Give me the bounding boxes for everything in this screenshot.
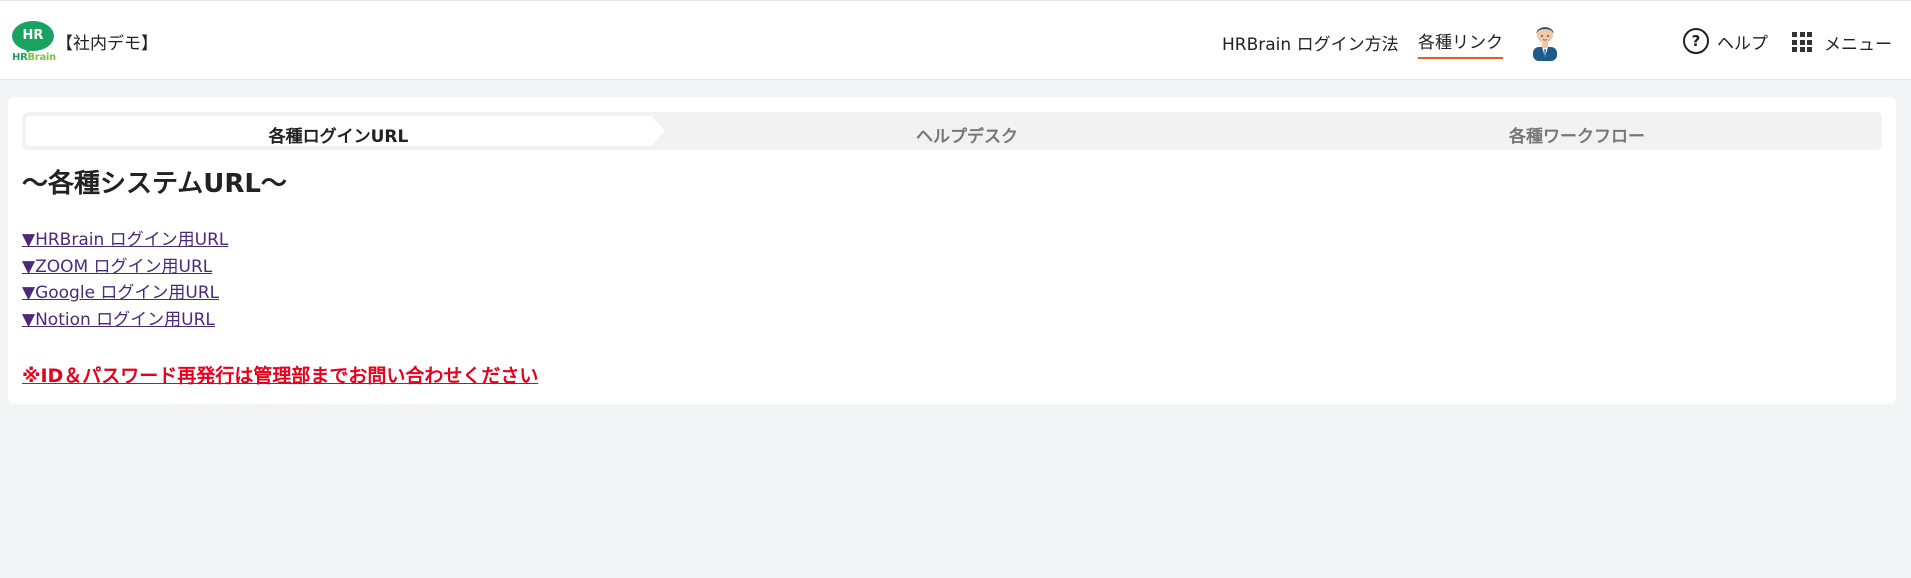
- menu-button[interactable]: メニュー: [1792, 31, 1892, 55]
- menu-label: メニュー: [1824, 34, 1892, 55]
- logo-wordmark-brain: Brain: [27, 52, 56, 63]
- tab-workflows[interactable]: 各種ワークフロー: [1272, 122, 1882, 147]
- grid-dot: [1792, 39, 1797, 45]
- nav-login-method[interactable]: HRBrain ログイン方法: [1222, 30, 1399, 55]
- grid-dot: [1792, 47, 1797, 52]
- grid-dot: [1807, 47, 1812, 52]
- help-label: ヘルプ: [1717, 33, 1768, 54]
- help-button[interactable]: ? ヘルプ: [1683, 28, 1768, 54]
- content-card: 各種ログインURL ヘルプデスク 各種ワークフロー 〜各種システムURL〜 ▼H…: [8, 97, 1896, 404]
- logo-wordmark-hr: HR: [12, 52, 28, 63]
- nav-links-active[interactable]: 各種リンク: [1418, 28, 1503, 59]
- grid-dot: [1799, 47, 1805, 52]
- grid-dot: [1807, 32, 1812, 37]
- grid-dot: [1807, 39, 1812, 45]
- question-circle-icon: ?: [1683, 28, 1709, 54]
- tab-login-urls[interactable]: 各種ログインURL: [26, 122, 651, 147]
- hrbrain-login-link[interactable]: ▼HRBrain ログイン用URL: [22, 227, 228, 254]
- hrbrain-logo[interactable]: HR HRBrain: [12, 21, 56, 65]
- password-reissue-notice: ※ID＆パスワード再発行は管理部までお問い合わせください: [22, 365, 539, 387]
- company-name: 【社内デモ】: [56, 34, 158, 54]
- grid-dot: [1792, 32, 1797, 37]
- link-list: ▼HRBrain ログイン用URL ▼ZOOM ログイン用URL ▼Google…: [22, 227, 228, 333]
- grid-dot: [1799, 39, 1805, 45]
- tab-help-desk[interactable]: ヘルプデスク: [662, 122, 1272, 147]
- grid-icon: [1792, 32, 1812, 52]
- user-avatar-icon[interactable]: [1527, 21, 1563, 61]
- step-tabs: 各種ログインURL ヘルプデスク 各種ワークフロー: [22, 112, 1882, 150]
- app-header: HR HRBrain 【社内デモ】 HRBrain ログイン方法 各種リンク ?…: [0, 0, 1911, 80]
- notion-login-link[interactable]: ▼Notion ログイン用URL: [22, 307, 228, 334]
- page-title: 〜各種システムURL〜: [22, 169, 287, 199]
- google-login-link[interactable]: ▼Google ログイン用URL: [22, 280, 228, 307]
- grid-dot: [1799, 32, 1805, 37]
- zoom-login-link[interactable]: ▼ZOOM ログイン用URL: [22, 254, 228, 281]
- logo-wordmark: HRBrain: [12, 52, 56, 63]
